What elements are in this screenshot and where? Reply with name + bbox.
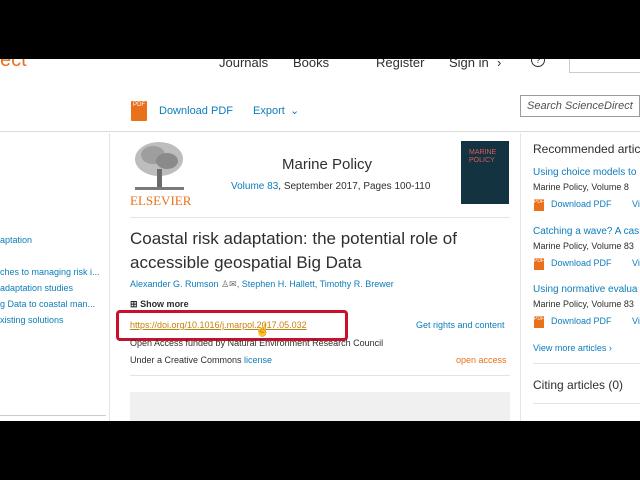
sidebar-divider: [520, 133, 521, 421]
toolbar-divider: [0, 131, 640, 132]
show-more-toggle[interactable]: ⊞ Show more: [130, 299, 189, 310]
person-icon: ♙: [221, 279, 230, 289]
volume-details: , September 2017, Pages 100-110: [278, 181, 431, 192]
outline-bottom-rule: [0, 415, 106, 416]
outline-divider: [109, 133, 110, 421]
recommended-item-3-view[interactable]: Vi: [632, 316, 640, 326]
download-pdf-button[interactable]: Download PDF: [159, 105, 233, 117]
sidebar-rule: [533, 363, 640, 364]
article-title-line-1: Coastal risk adaptation: the potential r…: [130, 229, 457, 248]
pdf-icon: PDF: [131, 101, 147, 121]
recommended-item-1-pdf[interactable]: Download PDF: [551, 199, 612, 209]
pdf-icon: PDF: [534, 258, 544, 270]
journal-cover[interactable]: MARINE POLICY: [461, 141, 509, 204]
outline-item-2[interactable]: ches to managing risk i...: [0, 267, 100, 277]
open-access-badge: open access: [456, 355, 507, 365]
chevron-down-icon: ⌄: [290, 105, 300, 117]
outline-item-1[interactable]: aptation: [0, 235, 32, 245]
license-rule: [130, 375, 510, 376]
top-search-box[interactable]: [569, 59, 640, 73]
recommended-item-3-pdf[interactable]: Download PDF: [551, 316, 612, 326]
elsevier-wordmark: ELSEVIER: [130, 193, 192, 208]
nav-books[interactable]: Books: [293, 59, 329, 70]
author-list: Alexander G. Rumson ♙✉, Stephen H. Halle…: [130, 279, 394, 289]
license-note: Under a Creative Commons license: [130, 355, 272, 365]
recommended-item-1-view[interactable]: Vi: [632, 199, 640, 209]
article-title: Coastal risk adaptation: the potential r…: [130, 227, 457, 275]
citing-articles-heading[interactable]: Citing articles (0): [533, 378, 623, 392]
recommended-item-2-meta: Marine Policy, Volume 83: [533, 241, 634, 251]
view-more-articles-link[interactable]: View more articles ›: [533, 343, 612, 353]
browser-viewport: ect Journals Books Register Sign in › ? …: [0, 59, 640, 421]
license-prefix: Under a Creative Commons: [130, 355, 245, 365]
help-icon[interactable]: ?: [531, 59, 545, 67]
funding-note: Open Access funded by Natural Environmen…: [130, 338, 384, 348]
author-3[interactable]: Timothy R. Brewer: [320, 279, 394, 289]
nav-register[interactable]: Register: [376, 59, 424, 70]
recommended-item-2-title[interactable]: Catching a wave? A cas: [533, 226, 639, 237]
doi-highlight-box: [116, 310, 348, 341]
license-link[interactable]: license: [244, 355, 272, 365]
recommended-item-2-view[interactable]: Vi: [632, 258, 640, 268]
show-more-label: Show more: [140, 299, 189, 309]
outline-item-5[interactable]: xisting solutions: [0, 315, 64, 325]
author-1[interactable]: Alexander G. Rumson: [130, 279, 219, 289]
rights-link[interactable]: Get rights and content: [416, 320, 505, 330]
nav-sign-in[interactable]: Sign in: [449, 59, 489, 70]
recommended-heading: Recommended artic: [533, 142, 640, 156]
recommended-item-1-title[interactable]: Using choice models to: [533, 167, 636, 178]
sidebar-rule-2: [533, 403, 640, 404]
pdf-icon: PDF: [534, 316, 544, 328]
author-2[interactable]: Stephen H. Hallett: [242, 279, 315, 289]
plus-icon: ⊞: [130, 299, 138, 309]
recommended-item-2-pdf[interactable]: Download PDF: [551, 258, 612, 268]
header-rule: [130, 217, 510, 218]
journal-name[interactable]: Marine Policy: [282, 156, 372, 173]
volume-link[interactable]: Volume 83: [231, 181, 278, 192]
figure-placeholder: [130, 392, 510, 421]
export-button[interactable]: Export: [253, 105, 285, 117]
outline-item-3[interactable]: adaptation studies: [0, 283, 73, 293]
cover-title: MARINE POLICY: [469, 149, 497, 164]
pdf-icon: PDF: [534, 199, 544, 211]
recommended-item-1-meta: Marine Policy, Volume 8: [533, 182, 629, 192]
nav-journals[interactable]: Journals: [219, 59, 268, 70]
chevron-right-icon: ›: [608, 343, 612, 353]
chevron-right-icon: ›: [497, 59, 502, 70]
logo-partial[interactable]: ect: [0, 59, 27, 72]
recommended-item-3-meta: Marine Policy, Volume 83: [533, 299, 634, 309]
outline-item-4[interactable]: g Data to coastal man...: [0, 299, 95, 309]
recommended-item-3-title[interactable]: Using normative evalua: [533, 284, 638, 295]
email-icon[interactable]: ✉: [229, 279, 237, 289]
journal-volume: Volume 83, September 2017, Pages 100-110: [231, 181, 430, 192]
view-more-label: View more articles: [533, 343, 607, 353]
elsevier-tree-logo[interactable]: [131, 139, 188, 195]
search-input[interactable]: Search ScienceDirect: [520, 95, 640, 117]
article-title-line-2: accessible geospatial Big Data: [130, 253, 362, 272]
